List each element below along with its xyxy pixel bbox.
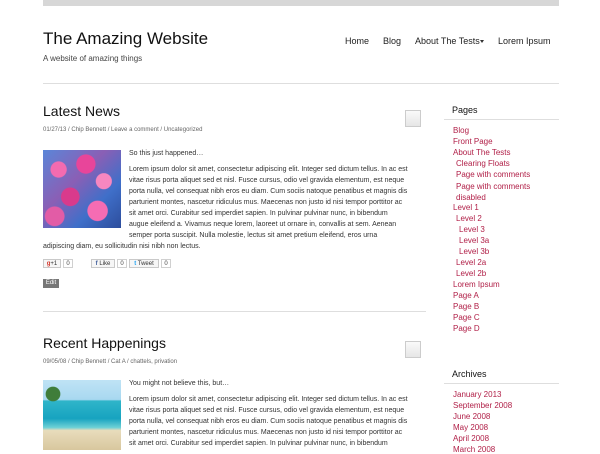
top-bar bbox=[43, 0, 559, 6]
post-text-line: sit amet orci. Curabitur sed imperdiet s… bbox=[129, 440, 388, 447]
facebook-icon: f bbox=[95, 261, 98, 267]
google-plus-count: 0 bbox=[63, 259, 73, 268]
sidebar-page-link[interactable]: Level 1 bbox=[453, 203, 479, 212]
palm-tree bbox=[45, 384, 61, 404]
post-thumbnail[interactable] bbox=[43, 380, 121, 450]
post-text-line: vitae risus porta aliquet sed et nisl. F… bbox=[129, 407, 405, 414]
post-text-line: parturient montes, nascetur ridiculus mu… bbox=[129, 429, 403, 436]
post-text-line: semper porta suscipit. Nulla molestie, l… bbox=[129, 232, 378, 239]
site-description: A website of amazing things bbox=[43, 54, 143, 63]
comment-count-icon[interactable] bbox=[405, 110, 421, 127]
post-divider bbox=[43, 311, 426, 312]
post-text-line: augue eleifend a. Vivamus neque lorem, l… bbox=[129, 221, 397, 228]
sidebar-page-link[interactable]: Page D bbox=[453, 324, 480, 333]
tweet-button[interactable]: t Tweet bbox=[129, 259, 159, 268]
sidebar-archive-link[interactable]: January 2013 bbox=[453, 390, 501, 399]
sidebar-page-link[interactable]: Blog bbox=[453, 126, 469, 135]
sidebar-page-link[interactable]: Page C bbox=[453, 313, 480, 322]
post-text-line: porta nulla, vel consequat nibh eros eu … bbox=[129, 188, 408, 195]
twitter-icon: t bbox=[134, 261, 137, 267]
header-divider bbox=[43, 83, 559, 84]
post-lede: So this just happened… bbox=[129, 150, 204, 157]
sidebar-page-link[interactable]: Page with comments bbox=[456, 170, 530, 179]
sidebar-archive-link[interactable]: September 2008 bbox=[453, 401, 512, 410]
sidebar-page-link[interactable]: Lorem Ipsum bbox=[453, 280, 500, 289]
post-text-line: vitae risus porta aliquet sed et nisl. F… bbox=[129, 177, 405, 184]
sidebar-archive-link[interactable]: May 2008 bbox=[453, 423, 488, 432]
sidebar-archive-link[interactable]: April 2008 bbox=[453, 434, 489, 443]
sidebar-divider bbox=[444, 119, 559, 120]
edit-button[interactable]: Edit bbox=[43, 279, 59, 288]
post-text-line: porta nulla, vel consequat nibh eros eu … bbox=[129, 418, 408, 425]
post-text-line: adipiscing diam, eu sollicitudin nisi ni… bbox=[43, 243, 201, 250]
tweet-count: 0 bbox=[161, 259, 171, 268]
sidebar-page-link[interactable]: Clearing Floats bbox=[456, 159, 510, 168]
post-lede: You might not believe this, but… bbox=[129, 380, 230, 387]
post-title[interactable]: Recent Happenings bbox=[43, 335, 166, 351]
sidebar-page-link[interactable]: Level 2b bbox=[456, 269, 486, 278]
post-text-line: parturient montes, nascetur ridiculus mu… bbox=[129, 199, 403, 206]
nav-item-blog[interactable]: Blog bbox=[383, 36, 401, 46]
sidebar-page-link[interactable]: Level 3b bbox=[459, 247, 489, 256]
chevron-down-icon bbox=[480, 40, 484, 43]
sidebar-page-link[interactable]: Page A bbox=[453, 291, 479, 300]
nav-item-about-the-tests[interactable]: About The Tests bbox=[415, 36, 480, 46]
nav-item-home[interactable]: Home bbox=[345, 36, 369, 46]
post-text-line: Lorem ipsum dolor sit amet, consectetur … bbox=[129, 396, 408, 403]
facebook-like-button[interactable]: f Like bbox=[91, 259, 115, 268]
post-meta: 01/27/13 / Chip Bennett / Leave a commen… bbox=[43, 127, 203, 133]
post-text-line: sit amet orci. Curabitur sed imperdiet s… bbox=[129, 210, 388, 217]
comment-count-icon[interactable] bbox=[405, 341, 421, 358]
post-title[interactable]: Latest News bbox=[43, 103, 120, 119]
sidebar-page-link[interactable]: Front Page bbox=[453, 137, 493, 146]
post-meta: 09/05/08 / Chip Bennett / Cat A / chatte… bbox=[43, 359, 178, 365]
sidebar-divider bbox=[444, 383, 559, 384]
sidebar-page-link[interactable]: Page B bbox=[453, 302, 479, 311]
post-text-line: Lorem ipsum dolor sit amet, consectetur … bbox=[129, 166, 408, 173]
sidebar-page-link[interactable]: Level 3a bbox=[459, 236, 489, 245]
sidebar-page-link[interactable]: Page with comments disabled bbox=[456, 181, 532, 203]
sidebar-page-link[interactable]: Level 2 bbox=[456, 214, 482, 223]
sidebar-page-link[interactable]: About The Tests bbox=[453, 148, 511, 157]
nav-item-lorem-ipsum[interactable]: Lorem Ipsum bbox=[498, 36, 551, 46]
sidebar-page-link[interactable]: Level 2a bbox=[456, 258, 486, 267]
sidebar-archives-heading: Archives bbox=[452, 369, 487, 379]
post-thumbnail[interactable] bbox=[43, 150, 121, 228]
sidebar-page-link[interactable]: Level 3 bbox=[459, 225, 485, 234]
sidebar-archive-link[interactable]: June 2008 bbox=[453, 412, 490, 421]
google-plus-button[interactable]: g+1 bbox=[43, 259, 61, 268]
main-nav: Home Blog About The Tests Lorem Ipsum bbox=[0, 36, 600, 48]
facebook-like-count: 0 bbox=[117, 259, 127, 268]
sidebar-pages-heading: Pages bbox=[452, 105, 478, 115]
